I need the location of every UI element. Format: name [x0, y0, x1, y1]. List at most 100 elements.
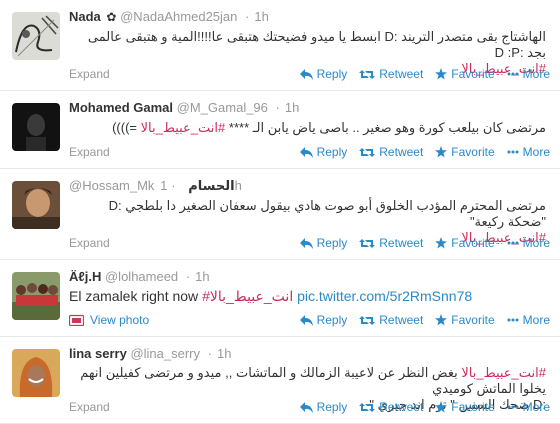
photo-url-link[interactable]: pic.twitter.com/5r2RmSnn78: [297, 288, 472, 304]
separator-dot: ·: [185, 269, 191, 284]
timeline: Nada ✿ @NadaAhmed25jan · 1h الهاشتاج بقى …: [0, 0, 560, 424]
hashtag-link[interactable]: #انت_عبيط_بالا: [202, 288, 293, 304]
tweet-header: lina serry @lina_serry · 1h: [69, 346, 552, 362]
retweet-icon: [359, 147, 376, 157]
more-dots-icon: [507, 241, 519, 245]
favorite-button[interactable]: Favorite: [435, 66, 495, 82]
more-button[interactable]: More: [507, 144, 550, 160]
favorite-button[interactable]: Favorite: [435, 144, 495, 160]
more-dots-icon: [507, 318, 519, 322]
tweet-header: Äℓj.H @lolhameed · 1h: [69, 269, 552, 285]
tweet-timestamp[interactable]: 1h: [217, 346, 231, 361]
user-handle[interactable]: @NadaAhmed25jan: [120, 9, 237, 24]
retweet-label: Retweet: [379, 236, 424, 250]
reply-icon: [299, 146, 313, 158]
tweet-text-segment: =)))): [112, 120, 138, 135]
photo-icon: [69, 314, 84, 326]
user-fullname[interactable]: Äℓj.H: [69, 269, 101, 284]
tweet-timestamp[interactable]: 1h: [195, 269, 209, 284]
separator-dot: ·: [275, 100, 280, 115]
retweet-button[interactable]: Retweet: [359, 235, 423, 251]
reply-button[interactable]: Reply: [299, 144, 347, 160]
expand-link[interactable]: Expand: [69, 144, 110, 160]
retweet-button[interactable]: Retweet: [359, 312, 423, 328]
star-icon: [435, 68, 448, 80]
tweet-header: Nada ✿ @NadaAhmed25jan · 1h: [69, 9, 552, 25]
more-label: More: [522, 313, 550, 327]
more-label: More: [522, 236, 550, 250]
reply-icon: [299, 68, 313, 80]
favorite-label: Favorite: [451, 145, 495, 159]
star-icon: [435, 237, 448, 249]
view-photo-link[interactable]: View photo: [69, 312, 149, 328]
retweet-button[interactable]: Retweet: [359, 144, 423, 160]
more-label: More: [522, 400, 550, 414]
retweet-button[interactable]: Retweet: [359, 66, 423, 82]
hashtag-link[interactable]: #انت_عبيط_بالا: [461, 365, 546, 380]
user-handle[interactable]: @M_Gamal_96: [177, 100, 268, 115]
retweet-label: Retweet: [379, 400, 424, 414]
avatar[interactable]: [12, 272, 60, 320]
reply-button[interactable]: Reply: [299, 399, 347, 415]
retweet-label: Retweet: [379, 313, 424, 327]
reply-button[interactable]: Reply: [299, 66, 348, 82]
user-fullname[interactable]: Nada: [69, 9, 101, 24]
user-handle[interactable]: @lolhameed: [105, 269, 178, 284]
favorite-button[interactable]: Favorite: [435, 235, 495, 251]
user-fullname[interactable]: Mohamed Gamal: [69, 100, 173, 115]
expand-link[interactable]: Expand: [69, 66, 110, 82]
expand-link[interactable]: Expand: [69, 399, 110, 415]
more-button[interactable]: More: [507, 235, 550, 251]
reply-button[interactable]: Reply: [299, 235, 348, 251]
favorite-button[interactable]: Favorite: [435, 399, 495, 415]
reply-label: Reply: [316, 67, 348, 81]
tweet-actions: Expand Reply Retweet Favorite More: [69, 66, 550, 82]
more-dots-icon: [507, 405, 519, 409]
hashtag-link[interactable]: #انت_عبيط_بالا: [141, 120, 226, 135]
more-button[interactable]: More: [507, 312, 550, 328]
tweet-actions: Expand Reply Retweet Favorite More: [69, 399, 550, 415]
retweet-label: Retweet: [379, 145, 424, 159]
reply-button[interactable]: Reply: [299, 312, 347, 328]
tweet: Äℓj.H @lolhameed · 1h El zamalek right no…: [0, 260, 560, 337]
tweet-timestamp[interactable]: 1h: [254, 9, 268, 24]
flower-icon: ✿: [106, 10, 117, 24]
more-button[interactable]: More: [507, 399, 550, 415]
more-button[interactable]: More: [507, 66, 550, 82]
user-handle[interactable]: @Hossam_Mk: [69, 178, 154, 193]
tweet-timestamp[interactable]: 1h: [285, 100, 299, 115]
retweet-label: Retweet: [379, 67, 424, 81]
tweet-header: @Hossam_Mk الحسام ·1h: [69, 178, 552, 194]
star-icon: [435, 401, 448, 413]
retweet-icon: [359, 69, 376, 79]
user-fullname[interactable]: lina serry: [69, 346, 127, 361]
retweet-icon: [359, 402, 376, 412]
avatar[interactable]: [12, 12, 60, 60]
tweet-text: مرتضى كان بيلعب كورة وهو صغير .. باصى يا…: [69, 120, 546, 136]
tweet-actions: View photo Reply Retweet Favorite More: [69, 312, 550, 328]
user-fullname[interactable]: الحسام: [188, 178, 234, 193]
avatar[interactable]: [12, 349, 60, 397]
user-handle[interactable]: @lina_serry: [130, 346, 200, 361]
view-photo-label: View photo: [90, 313, 150, 327]
tweet-text-line: الهاشتاج بقى متصدر التريند :D ابسط يا مي…: [87, 29, 546, 60]
retweet-button[interactable]: Retweet: [359, 399, 423, 415]
favorite-label: Favorite: [451, 67, 495, 81]
tweet-text: El zamalek right now #انت_عبيط_بالا pic.…: [69, 288, 546, 305]
tweet-text-segment: مرتضى كان بيلعب كورة وهو صغير .. باصى يا…: [228, 120, 546, 135]
tweet: @Hossam_Mk الحسام ·1h مرتضى المحترم المؤ…: [0, 169, 560, 260]
reply-label: Reply: [316, 236, 348, 250]
favorite-label: Favorite: [451, 400, 495, 414]
star-icon: [435, 314, 448, 326]
tweet-actions: Expand Reply Retweet Favorite More: [69, 144, 550, 160]
retweet-icon: [359, 315, 376, 325]
separator-dot: ·: [207, 346, 212, 361]
avatar[interactable]: [12, 181, 60, 229]
favorite-button[interactable]: Favorite: [435, 312, 495, 328]
reply-icon: [299, 401, 313, 413]
retweet-icon: [359, 238, 376, 248]
favorite-label: Favorite: [451, 313, 495, 327]
expand-link[interactable]: Expand: [69, 235, 110, 251]
avatar[interactable]: [12, 103, 60, 151]
reply-icon: [299, 237, 313, 249]
